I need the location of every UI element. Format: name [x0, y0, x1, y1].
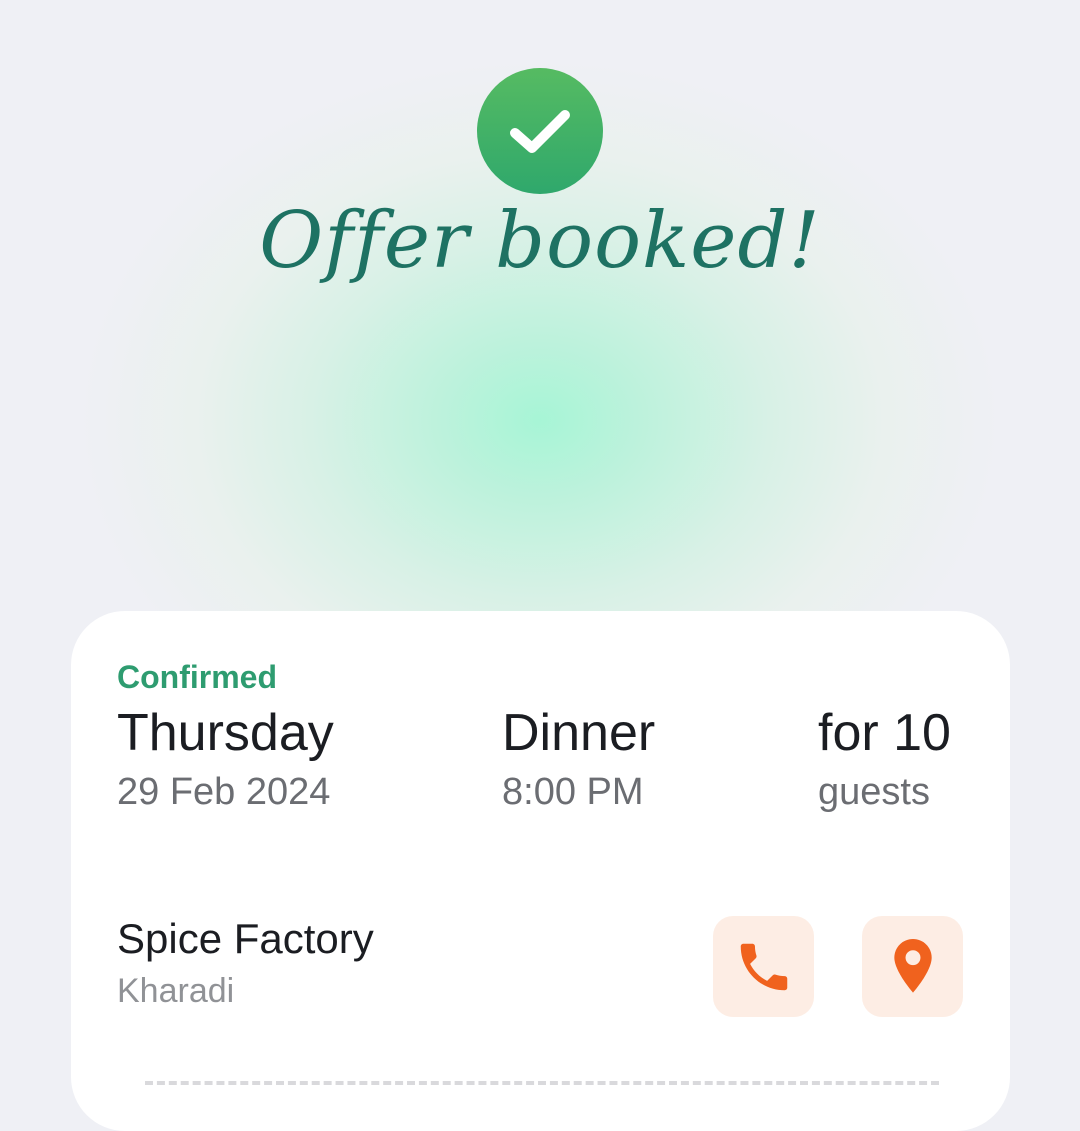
card-divider — [145, 1081, 939, 1085]
restaurant-name: Spice Factory — [117, 915, 374, 962]
directions-button[interactable] — [862, 916, 963, 1017]
booking-guest-count: for 10 — [818, 704, 951, 762]
booking-date: 29 Feb 2024 — [117, 771, 331, 813]
booking-guest-unit: guests — [818, 771, 930, 813]
booking-card: Confirmed Thursday 29 Feb 2024 Dinner 8:… — [71, 611, 1010, 1131]
check-icon — [510, 110, 570, 153]
page-title: Offer booked! — [259, 196, 821, 286]
map-pin-icon — [893, 938, 932, 993]
restaurant-area: Kharadi — [117, 972, 235, 1010]
phone-icon — [740, 943, 787, 990]
booking-meal-block: Dinner 8:00 PM — [502, 703, 655, 817]
booking-guests-block: for 10 guests — [818, 703, 951, 817]
booking-date-block: Thursday 29 Feb 2024 — [117, 703, 334, 817]
call-button[interactable] — [713, 916, 814, 1017]
status-badge: Confirmed — [117, 659, 277, 695]
booking-day: Thursday — [117, 704, 334, 762]
success-check-badge — [477, 68, 603, 194]
booking-time: 8:00 PM — [502, 771, 644, 813]
booking-meal: Dinner — [502, 704, 656, 762]
restaurant-info: Spice Factory Kharadi — [117, 911, 374, 1015]
